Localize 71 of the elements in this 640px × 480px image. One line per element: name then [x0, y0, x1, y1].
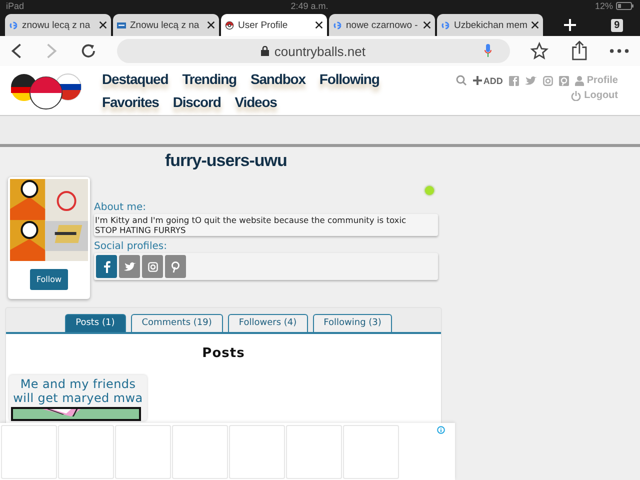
google-icon [333, 20, 342, 30]
tab-count[interactable]: 9 [611, 18, 623, 32]
nav-link[interactable]: Trending [182, 68, 236, 91]
bird-button[interactable] [119, 255, 140, 278]
more-icon[interactable] [609, 48, 630, 54]
user-icon [574, 76, 584, 86]
profile-tab[interactable]: Comments (19) [130, 314, 223, 332]
facebook-icon [102, 260, 110, 272]
ball-icon [225, 20, 234, 30]
search-icon[interactable] [456, 75, 468, 86]
back-icon[interactable] [10, 42, 24, 60]
share-icon[interactable] [570, 40, 588, 62]
microphone-icon[interactable] [484, 44, 492, 58]
lock-icon [261, 46, 270, 56]
ad-slot [115, 425, 171, 479]
about-text: I'm Kitty and I'm going tO quit the website because the community is toxic [95, 215, 408, 225]
ad-slot [172, 425, 228, 479]
instagram-icon [148, 262, 158, 272]
nav-link[interactable]: Following [319, 68, 380, 91]
close-icon[interactable] [207, 21, 215, 29]
device-name: iPad [6, 1, 24, 11]
star-icon[interactable] [530, 41, 549, 61]
posts-heading: Posts [201, 345, 246, 363]
ad-slot [343, 425, 399, 479]
reload-icon[interactable] [80, 42, 98, 60]
close-icon[interactable] [99, 21, 107, 29]
profile-tab[interactable]: Following (3) [312, 314, 392, 332]
browser-tab[interactable]: nowe czarnowo - [329, 14, 435, 36]
battery-icon [616, 2, 634, 10]
plus-icon [473, 76, 482, 85]
follow-button[interactable]: Follow [30, 269, 68, 290]
new-tab-icon[interactable] [562, 18, 577, 32]
ad-slot [58, 425, 114, 479]
ad-slot [286, 425, 342, 479]
ad-slot [229, 425, 285, 479]
post-title[interactable]: Me and my friends will get maryed mwa [11, 377, 145, 405]
close-icon[interactable] [531, 21, 540, 29]
ad-slot [1, 425, 57, 479]
address-bar[interactable]: countryballs.net [117, 39, 510, 63]
power-icon [571, 90, 582, 100]
battery-percent: 12% [594, 1, 613, 11]
nav-link[interactable]: Videos [234, 91, 277, 114]
profile-tab[interactable]: Posts (1) [64, 314, 126, 332]
browser-tab[interactable]: User Profile [221, 14, 327, 36]
google-icon [9, 20, 18, 30]
close-icon[interactable] [315, 21, 323, 29]
nav-link[interactable]: Discord [172, 91, 221, 114]
social-label: Social profiles: [94, 240, 168, 253]
google-icon [441, 20, 450, 30]
profile-tab[interactable]: Followers (4) [228, 314, 308, 332]
pinterest-icon [171, 260, 180, 272]
nav-link[interactable]: Destaqued [102, 68, 168, 91]
facebook-button[interactable] [96, 255, 117, 278]
bird-icon [124, 262, 136, 272]
about-text: STOP HATING FURRYS [95, 225, 187, 235]
post-card[interactable]: Me and my friends will get maryed mwa [9, 375, 147, 421]
pinterest-button[interactable] [165, 255, 186, 278]
nav-link[interactable]: Favorites [102, 91, 159, 114]
browser-tab[interactable]: Znowu lecą z na [113, 14, 219, 36]
nav-link[interactable]: Sandbox [250, 68, 306, 91]
site-icon [117, 20, 126, 30]
instagram-button[interactable] [142, 255, 163, 278]
clock: 2:49 a.m. [290, 1, 328, 11]
info-icon[interactable] [437, 426, 445, 434]
username-heading: furry-users-uwu [165, 151, 288, 171]
about-label: About me: [94, 201, 148, 214]
add-link[interactable]: ADD [473, 76, 503, 86]
close-icon[interactable] [423, 21, 431, 29]
browser-tab[interactable]: Uzbekichan mem [437, 14, 544, 36]
browser-tab[interactable]: znowu lecą z na [5, 14, 111, 36]
url-text: countryballs.net [274, 44, 366, 58]
